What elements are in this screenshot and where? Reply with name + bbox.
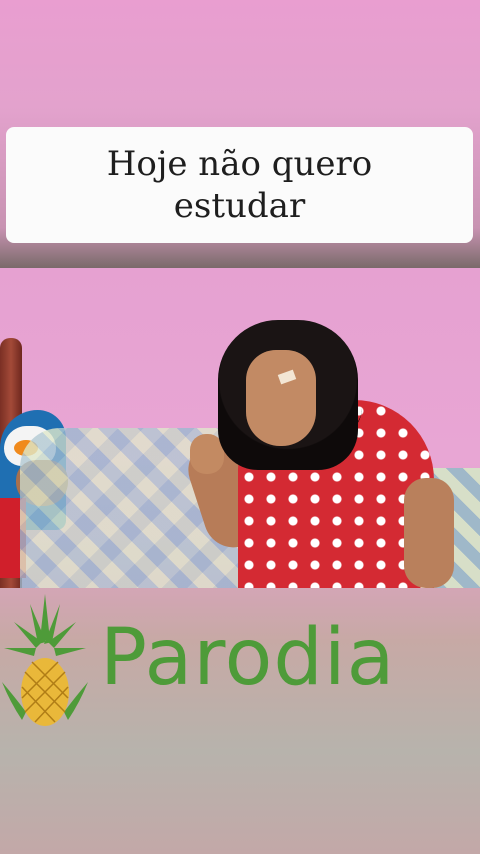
man-face: [246, 350, 316, 446]
caption-box: Hoje não quero estudar: [6, 127, 473, 243]
right-arm: [404, 478, 454, 588]
caption-text: Hoje não quero estudar: [80, 143, 400, 227]
pineapple-icon: [2, 594, 88, 726]
video-scene: [0, 268, 480, 588]
parodia-wordmark: Parodia: [100, 613, 396, 703]
caption-line-1: Hoje não quero: [106, 144, 373, 184]
caption-line-2: estudar: [173, 186, 306, 226]
logo: Parodia: [0, 588, 480, 748]
